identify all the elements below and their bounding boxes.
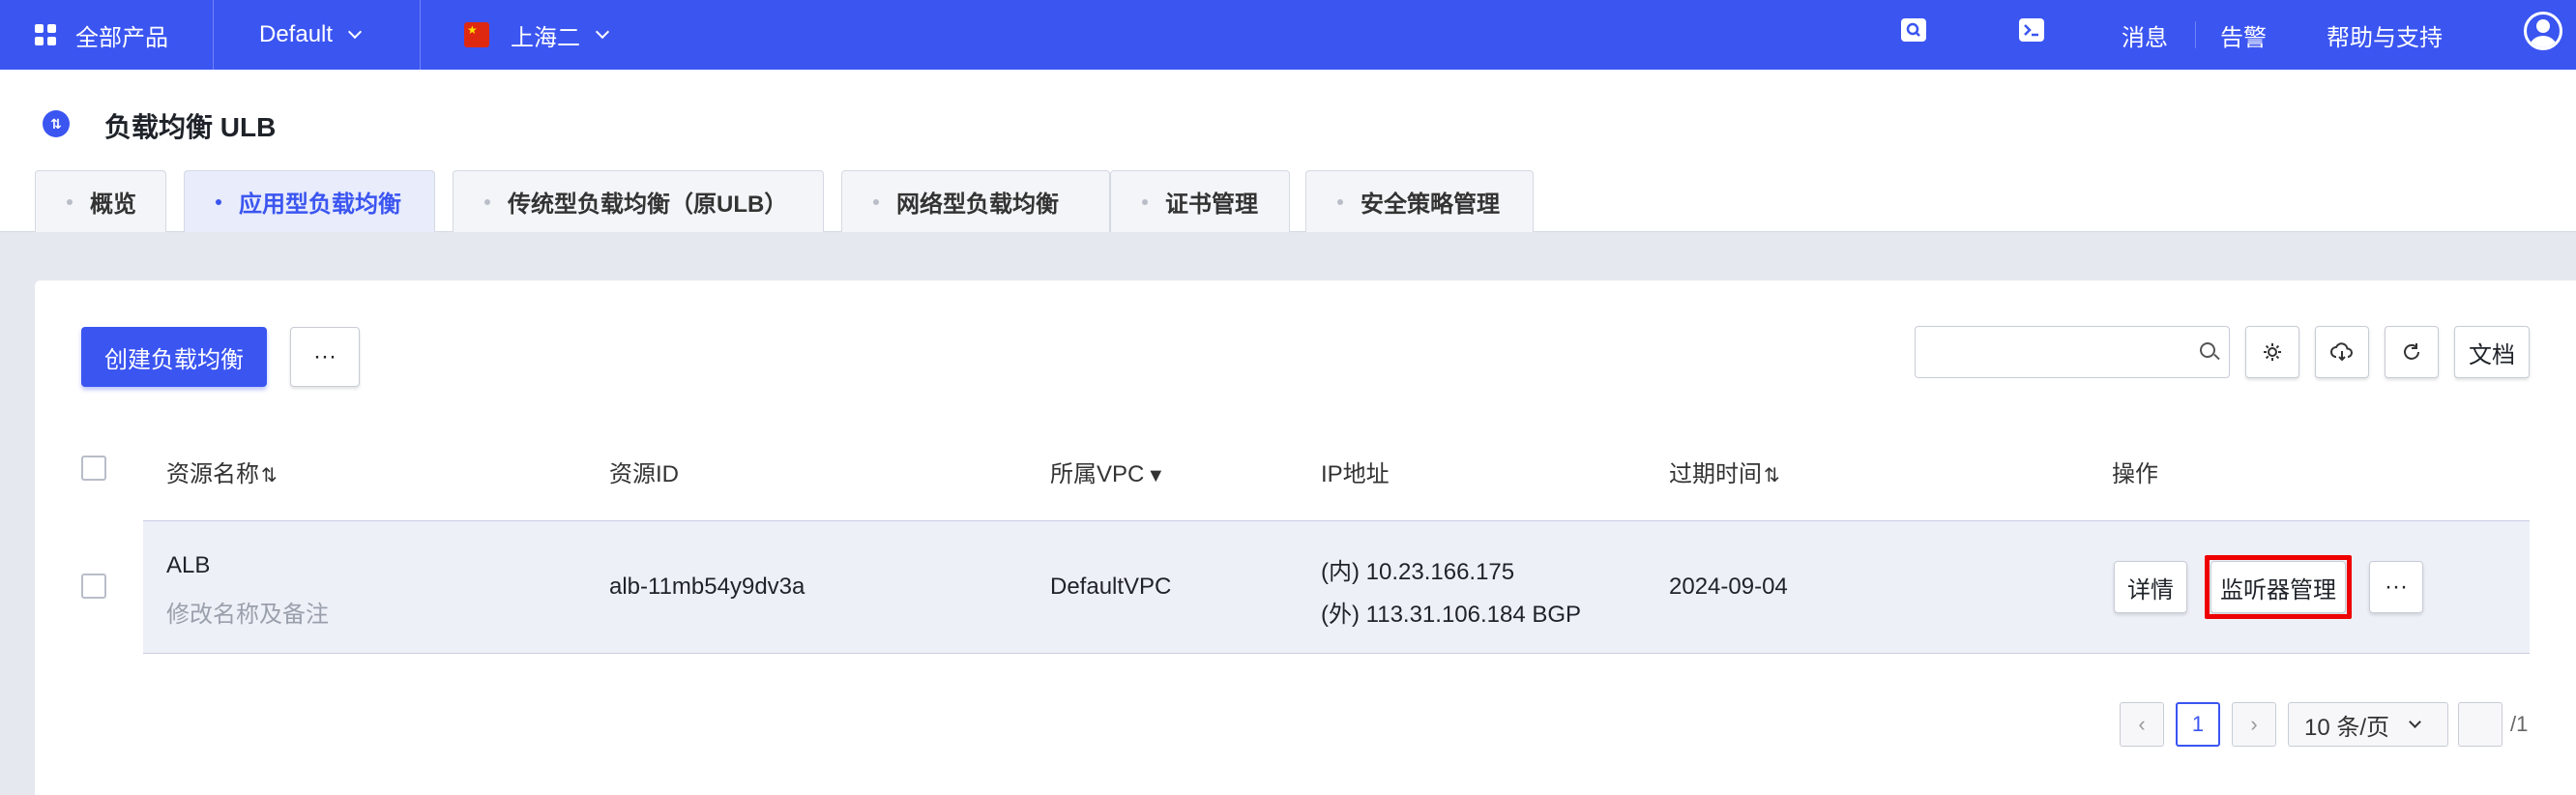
page-number-button[interactable]: 1: [2176, 702, 2220, 747]
highlight-box: [2205, 555, 2352, 619]
page-total: /1: [2510, 712, 2529, 736]
sort-icon[interactable]: ⇅: [261, 465, 278, 486]
next-page-button[interactable]: ›: [2232, 702, 2276, 747]
prev-page-button[interactable]: ‹: [2120, 702, 2164, 747]
refresh-button[interactable]: [2385, 326, 2439, 378]
chevron-down-icon: [347, 24, 363, 40]
search-input[interactable]: [1927, 327, 2188, 375]
tab-overview[interactable]: 概览: [35, 170, 166, 232]
page-size-label: 10 条/页: [2304, 714, 2390, 741]
filter-icon[interactable]: ▼: [1146, 465, 1165, 486]
tab-dot-icon: [1142, 198, 1148, 205]
project-selector[interactable]: Default: [259, 0, 363, 70]
messages-label: 消息: [2122, 24, 2168, 51]
china-flag-icon: [464, 22, 489, 47]
tab-dot-icon: [216, 198, 221, 205]
alerts-link[interactable]: 告警: [2220, 0, 2267, 70]
select-all-checkbox[interactable]: [81, 456, 106, 481]
tab-label: 网络型负载均衡: [896, 191, 1059, 218]
resource-name: ALB: [166, 552, 211, 578]
column-header-ip: IP地址: [1321, 455, 1390, 488]
tab-security-policies[interactable]: 安全策略管理: [1305, 170, 1534, 232]
tab-dot-icon: [1337, 198, 1343, 205]
help-support-label: 帮助与支持: [2327, 24, 2443, 51]
column-label: 资源ID: [609, 461, 679, 487]
page-jump-input[interactable]: [2458, 702, 2503, 747]
column-header-id: 资源ID: [609, 455, 679, 488]
ip-internal: (内) 10.23.166.175: [1321, 559, 1515, 585]
tab-application-lb[interactable]: 应用型负载均衡: [184, 170, 435, 232]
all-products-label: 全部产品: [75, 24, 168, 51]
tab-label: 证书管理: [1165, 191, 1258, 218]
expire-date: 2024-09-04: [1669, 574, 1788, 600]
region-label: 上海二: [511, 24, 580, 51]
row-checkbox[interactable]: [81, 574, 106, 599]
grid-icon: [35, 24, 56, 45]
alerts-label: 告警: [2220, 24, 2267, 51]
search-icon[interactable]: [2200, 342, 2215, 358]
ip-external: (外) 113.31.106.184 BGP: [1321, 602, 1582, 628]
tab-label: 安全策略管理: [1361, 191, 1500, 218]
column-label: 过期时间: [1669, 461, 1762, 487]
column-label: 所属VPC: [1050, 461, 1145, 487]
search-box[interactable]: [1915, 326, 2230, 378]
region-selector[interactable]: 上海二: [464, 0, 610, 70]
settings-button[interactable]: [2245, 326, 2299, 378]
user-avatar-icon[interactable]: [2524, 12, 2562, 50]
tab-classic-lb[interactable]: 传统型负载均衡（原ULB）: [453, 170, 824, 232]
search-console-icon[interactable]: [1901, 18, 1926, 42]
tab-label: 传统型负载均衡（原ULB）: [508, 191, 788, 218]
column-header-actions: 操作: [2112, 455, 2158, 488]
help-support-link[interactable]: 帮助与支持: [2327, 0, 2443, 70]
project-label: Default: [259, 21, 334, 47]
create-lb-button[interactable]: 创建负载均衡: [81, 327, 267, 387]
tab-label: 应用型负载均衡: [239, 191, 401, 218]
top-navigation-bar: 全部产品 Default 上海二 消息 告警 帮助与支持: [0, 0, 2576, 70]
resource-id: alb-11mb54y9dv3a: [609, 574, 805, 600]
tab-network-lb[interactable]: 网络型负载均衡: [841, 170, 1110, 232]
messages-link[interactable]: 消息: [2122, 0, 2168, 70]
gear-icon: [2264, 343, 2281, 361]
vpc-name[interactable]: DefaultVPC: [1050, 574, 1171, 601]
download-button[interactable]: [2315, 326, 2369, 378]
row-more-button[interactable]: ···: [2369, 561, 2423, 613]
tab-label: 概览: [90, 191, 136, 218]
refresh-icon: [2404, 343, 2419, 360]
more-actions-button[interactable]: ···: [290, 327, 360, 387]
column-label: IP地址: [1321, 461, 1390, 487]
column-header-expire[interactable]: 过期时间 ⇅: [1669, 455, 1780, 488]
sort-icon[interactable]: ⇅: [1764, 465, 1780, 486]
tab-dot-icon: [873, 198, 879, 205]
ulb-product-icon: ⇅: [43, 110, 70, 137]
column-header-vpc[interactable]: 所属VPC ▼: [1050, 455, 1165, 488]
detail-button[interactable]: 详情: [2114, 561, 2187, 613]
chevron-down-icon: [595, 24, 610, 40]
page-header: ⇅ 负载均衡 ULB 概览 应用型负载均衡 传统型负载均衡（原ULB） 网络型负…: [0, 70, 2576, 232]
docs-button[interactable]: 文档: [2454, 326, 2530, 378]
terminal-icon[interactable]: [2019, 18, 2044, 42]
tab-dot-icon: [67, 198, 73, 205]
chevron-down-icon: [2409, 715, 2421, 728]
page-size-select[interactable]: 10 条/页: [2288, 702, 2448, 747]
column-label: 操作: [2112, 461, 2158, 487]
column-header-name[interactable]: 资源名称 ⇅: [166, 455, 278, 488]
column-label: 资源名称: [166, 461, 259, 487]
cloud-download-icon: [2330, 342, 2353, 362]
edit-name-remark-link[interactable]: 修改名称及备注: [166, 595, 329, 629]
page-title: 负载均衡 ULB: [104, 112, 277, 142]
all-products-menu[interactable]: 全部产品: [35, 0, 168, 70]
tab-dot-icon: [484, 198, 490, 205]
tab-certificates[interactable]: 证书管理: [1110, 170, 1290, 232]
